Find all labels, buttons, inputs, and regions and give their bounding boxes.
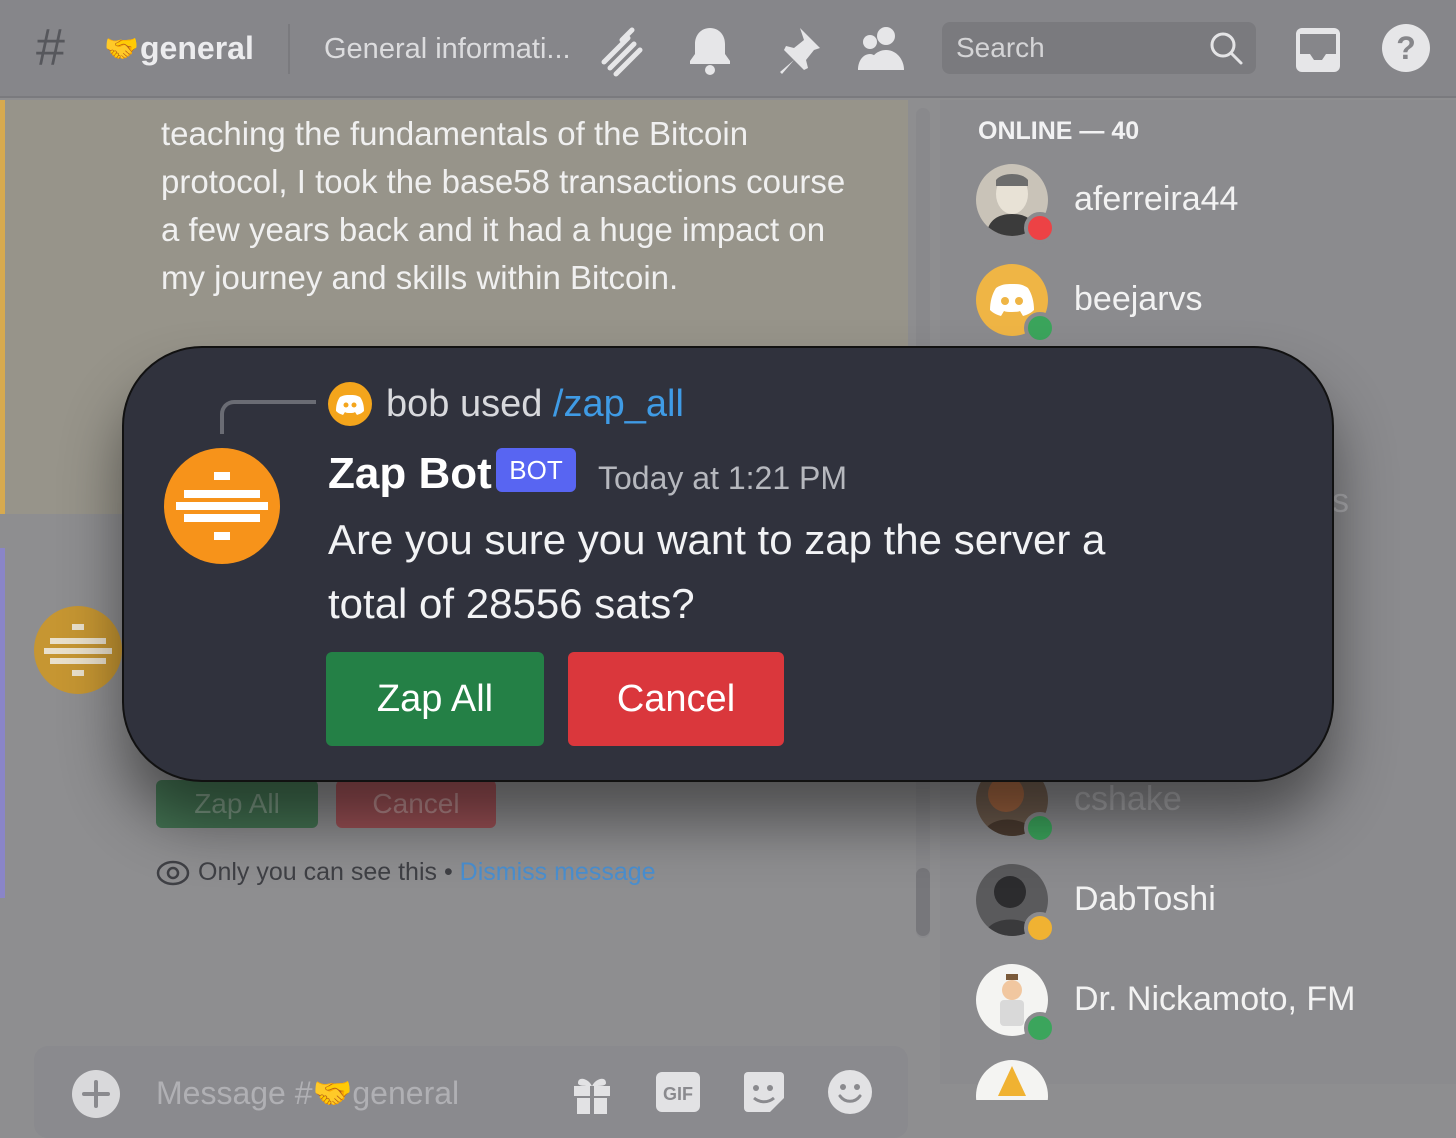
member-item[interactable]: Dr. Nickamoto, FM — [976, 964, 1446, 1044]
message-composer[interactable]: Message #🤝general GIF — [34, 1046, 908, 1138]
gif-icon[interactable]: GIF — [654, 1068, 702, 1116]
header-divider — [288, 24, 290, 74]
search-placeholder: Search — [956, 32, 1045, 63]
message-input[interactable]: Message #🤝general — [156, 1070, 459, 1116]
member-item[interactable]: beejarvs — [976, 264, 1446, 344]
discord-logo-icon — [336, 395, 364, 415]
reply-user[interactable]: bob used — [386, 383, 553, 425]
search-box[interactable]: Search — [942, 22, 1256, 74]
reply-user-avatar[interactable] — [328, 382, 372, 426]
channel-name: general — [140, 30, 254, 66]
channel-hash-icon: # — [36, 19, 65, 77]
handshake-emoji: 🤝 — [104, 33, 139, 64]
upload-plus-button[interactable] — [72, 1070, 120, 1118]
help-icon[interactable]: ? — [1378, 20, 1434, 76]
zap-bot-avatar[interactable] — [164, 448, 280, 564]
reply-context: bob used /zap_all — [386, 380, 684, 428]
zap-confirmation-card: bob used /zap_all Zap Bot BOT Today at 1… — [122, 346, 1334, 782]
status-online-indicator — [1024, 812, 1056, 844]
previous-message-text: teaching the fundamentals of the Bitcoin… — [161, 115, 846, 296]
zap-bot-avatar-background[interactable] — [34, 606, 122, 694]
bot-badge: BOT — [496, 448, 576, 492]
bot-name[interactable]: Zap Bot — [328, 448, 492, 500]
dismiss-message-link[interactable]: Dismiss message — [460, 858, 656, 886]
search-icon — [1210, 32, 1243, 65]
confirmation-message: Are you sure you want to zap the server … — [328, 516, 1106, 627]
sticker-icon[interactable] — [740, 1068, 788, 1116]
eye-icon — [156, 861, 190, 886]
gift-icon[interactable] — [568, 1068, 616, 1116]
pin-icon[interactable] — [770, 22, 826, 78]
note-separator: • — [437, 858, 460, 886]
svg-text:?: ? — [1396, 30, 1416, 66]
status-online-indicator — [1024, 312, 1056, 344]
zap-logo-icon — [44, 624, 112, 676]
member-name: Dr. Nickamoto, FM — [1074, 980, 1356, 1018]
member-item[interactable]: DabToshi — [976, 864, 1446, 944]
inbox-icon[interactable] — [1290, 22, 1346, 78]
status-dnd-indicator — [1024, 212, 1056, 244]
reply-connector — [220, 400, 316, 434]
chat-scrollbar-thumb[interactable] — [916, 868, 930, 936]
ephemeral-note: Only you can see this • Dismiss message — [156, 852, 656, 892]
status-online-indicator — [1024, 1012, 1056, 1044]
partial-member-name: s — [1332, 482, 1349, 520]
member-name: aferreira44 — [1074, 180, 1239, 218]
notification-bell-icon[interactable] — [682, 22, 738, 78]
plus-icon — [82, 1080, 110, 1108]
status-idle-indicator — [1024, 912, 1056, 944]
member-item[interactable]: aferreira44 — [976, 164, 1446, 244]
member-name: beejarvs — [1074, 280, 1203, 318]
threads-icon[interactable] — [594, 22, 650, 78]
svg-text:GIF: GIF — [663, 1084, 693, 1104]
message-timestamp: Today at 1:21 PM — [598, 460, 848, 496]
zap-logo-icon — [176, 472, 268, 540]
emoji-icon[interactable] — [826, 1068, 874, 1116]
channel-header: # 🤝 general General informati... Search … — [0, 0, 1456, 98]
member-name: cshake — [1074, 780, 1182, 818]
channel-topic[interactable]: General informati... — [324, 28, 571, 70]
partial-avatar-icon — [976, 1060, 1048, 1100]
background-zap-all-button[interactable]: Zap All — [156, 780, 318, 828]
online-header: ONLINE — 40 — [978, 117, 1140, 145]
reply-command[interactable]: /zap_all — [553, 383, 684, 425]
member-list-icon[interactable] — [856, 22, 912, 78]
ephemeral-note-text: Only you can see this — [198, 858, 438, 886]
cancel-button[interactable]: Cancel — [568, 652, 784, 746]
member-name: DabToshi — [1074, 880, 1216, 918]
zap-all-button[interactable]: Zap All — [326, 652, 544, 746]
background-cancel-button[interactable]: Cancel — [336, 780, 496, 828]
